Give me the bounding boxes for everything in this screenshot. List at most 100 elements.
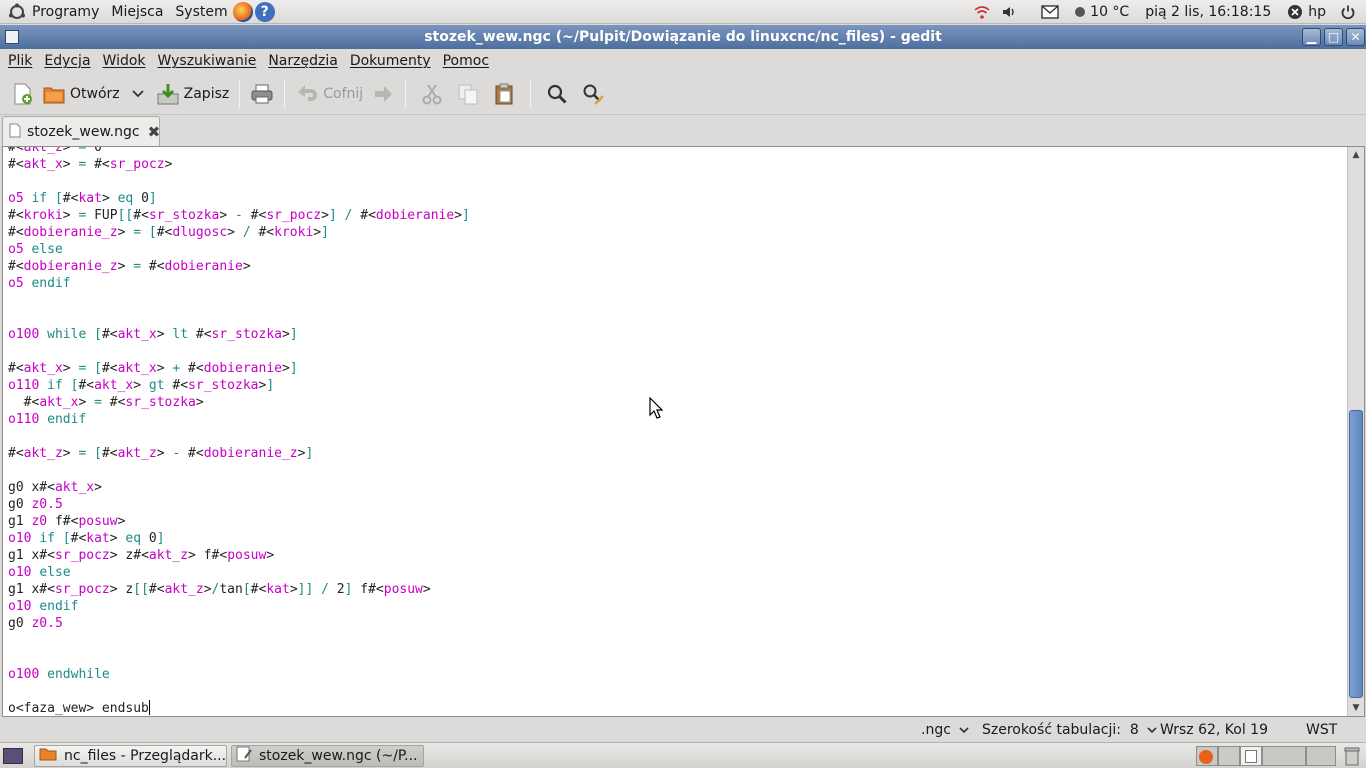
code-line[interactable]: [8, 683, 470, 700]
code-line[interactable]: g0 x#<akt_x>: [8, 479, 470, 496]
code-line[interactable]: #<akt_x> = [#<akt_x> + #<dobieranie>]: [8, 360, 470, 377]
replace-button[interactable]: [577, 76, 609, 112]
code-line[interactable]: o5 if [#<kat> eq 0]: [8, 190, 470, 207]
code-line[interactable]: #<akt_x> = #<sr_pocz>: [8, 156, 470, 173]
tab-label: stozek_wew.ngc: [27, 124, 140, 140]
save-button-label: Zapisz: [183, 85, 230, 102]
code-line[interactable]: o100 endwhile: [8, 666, 470, 683]
status-bar: .ngc Szerokość tabulacji: 8 Wrsz 62, Kol…: [0, 718, 1366, 742]
editor[interactable]: #<akt_z> = 0 #<akt_x> = #<sr_pocz> o5 if …: [2, 146, 1365, 717]
scrollbar-thumb[interactable]: [1349, 410, 1363, 698]
trash-icon[interactable]: [1344, 747, 1360, 768]
code-line[interactable]: [8, 309, 470, 326]
clock[interactable]: pią 2 lis, 16:18:15: [1141, 0, 1281, 24]
recent-files-dropdown[interactable]: [124, 76, 152, 112]
undo-button[interactable]: Cofnij: [291, 76, 367, 112]
firefox-icon: [1199, 750, 1213, 764]
code-line[interactable]: [8, 649, 470, 666]
save-button[interactable]: Zapisz: [152, 76, 234, 112]
code-line[interactable]: o110 endif: [8, 411, 470, 428]
code-line[interactable]: g1 x#<sr_pocz> z#<akt_z> f#<posuw>: [8, 547, 470, 564]
code-line[interactable]: g0 z0.5: [8, 615, 470, 632]
cut-button[interactable]: [412, 76, 452, 112]
power-icon[interactable]: [1338, 0, 1366, 24]
volume-icon[interactable]: [999, 0, 1031, 24]
code-line[interactable]: [8, 428, 470, 445]
tab-width-selector[interactable]: Szerokość tabulacji: 8: [982, 718, 1157, 742]
minimize-button[interactable]: ▁: [1302, 28, 1321, 46]
scroll-up-arrow-icon[interactable]: ▲: [1348, 147, 1364, 163]
workspace-1[interactable]: [1196, 746, 1218, 766]
workspace-5[interactable]: [1306, 746, 1336, 766]
code-line[interactable]: [8, 343, 470, 360]
vertical-scrollbar[interactable]: ▲ ▼: [1347, 147, 1364, 716]
ubuntu-logo-icon[interactable]: [0, 0, 28, 24]
toolbar-separator: [530, 79, 532, 108]
tab-stozek-wew[interactable]: stozek_wew.ngc ✖: [2, 116, 160, 147]
code-line[interactable]: #<kroki> = FUP[[#<sr_stozka> - #<sr_pocz…: [8, 207, 470, 224]
menu-pomoc[interactable]: Pomoc: [437, 49, 495, 73]
code-line[interactable]: o10 endif: [8, 598, 470, 615]
code-line[interactable]: #<akt_z> = [#<akt_z> - #<dobieranie_z>]: [8, 445, 470, 462]
menu-system[interactable]: System: [167, 0, 231, 24]
menu-edycja[interactable]: Edycja: [38, 49, 96, 73]
maximize-button[interactable]: □: [1324, 28, 1343, 46]
open-button[interactable]: Otwórz: [38, 76, 124, 112]
code-line[interactable]: o100 while [#<akt_x> lt #<sr_stozka>]: [8, 326, 470, 343]
scroll-down-arrow-icon[interactable]: ▼: [1348, 700, 1364, 716]
mail-icon[interactable]: [1031, 0, 1069, 24]
language-selector[interactable]: .ngc: [921, 718, 969, 742]
folder-icon: [39, 747, 57, 765]
show-desktop-icon[interactable]: [3, 748, 23, 764]
code-line[interactable]: [8, 173, 470, 190]
user-status-icon[interactable]: [1281, 0, 1305, 24]
code-line[interactable]: #<akt_x> = #<sr_stozka>: [8, 394, 470, 411]
redo-button[interactable]: [367, 76, 399, 112]
weather-icon[interactable]: [1069, 0, 1087, 24]
menu-plik[interactable]: Plik: [2, 49, 38, 73]
workspace-2[interactable]: [1218, 746, 1240, 766]
taskbar-item-file-browser[interactable]: nc_files - Przeglądark...: [34, 745, 227, 767]
weather-temp[interactable]: 10 °C: [1087, 0, 1141, 24]
code-line[interactable]: g1 x#<sr_pocz> z[[#<akt_z>/tan[#<kat>]] …: [8, 581, 470, 598]
code-line[interactable]: [8, 292, 470, 309]
code-line[interactable]: [8, 632, 470, 649]
window-menu-icon[interactable]: [5, 30, 19, 44]
code-line[interactable]: g1 z0 f#<posuw>: [8, 513, 470, 530]
user-name[interactable]: hp: [1305, 0, 1338, 24]
menu-miejsca[interactable]: Miejsca: [103, 0, 167, 24]
menu-narzedzia[interactable]: Narzędzia: [262, 49, 343, 73]
document-tabs: stozek_wew.ngc ✖: [0, 115, 1366, 147]
menu-widok[interactable]: Widok: [97, 49, 152, 73]
code-line[interactable]: o<faza_wew> endsub: [8, 700, 470, 716]
insert-mode: WST: [1306, 722, 1338, 738]
menu-dokumenty[interactable]: Dokumenty: [344, 49, 437, 73]
code-line[interactable]: o110 if [#<akt_x> gt #<sr_stozka>]: [8, 377, 470, 394]
copy-button[interactable]: [452, 76, 484, 112]
code-line[interactable]: #<akt_z> = 0: [8, 147, 470, 156]
wifi-icon[interactable]: [965, 0, 999, 24]
print-button[interactable]: [246, 76, 278, 112]
paste-button[interactable]: [484, 76, 524, 112]
code-line[interactable]: [8, 462, 470, 479]
menu-wyszukiwanie[interactable]: Wyszukiwanie: [152, 49, 263, 73]
window-title-bar[interactable]: stozek_wew.ngc (~/Pulpit/Dowiązanie do l…: [0, 25, 1366, 49]
workspace-3[interactable]: [1240, 746, 1262, 766]
code-line[interactable]: g0 z0.5: [8, 496, 470, 513]
menu-programy[interactable]: Programy: [28, 0, 103, 24]
close-window-button[interactable]: ✕: [1346, 28, 1365, 46]
new-document-button[interactable]: [6, 76, 38, 112]
code-line[interactable]: o5 else: [8, 241, 470, 258]
help-launcher-icon[interactable]: ?: [254, 0, 276, 24]
code-line[interactable]: o10 else: [8, 564, 470, 581]
firefox-launcher-icon[interactable]: [232, 0, 254, 24]
code-line[interactable]: #<dobieranie_z> = #<dobieranie>: [8, 258, 470, 275]
code-text[interactable]: #<akt_z> = 0 #<akt_x> = #<sr_pocz> o5 if …: [8, 147, 470, 716]
taskbar-item-gedit[interactable]: stozek_wew.ngc (~/P...: [231, 745, 424, 767]
code-line[interactable]: o5 endif: [8, 275, 470, 292]
workspace-4[interactable]: [1262, 746, 1306, 766]
search-button[interactable]: [537, 76, 577, 112]
close-tab-icon[interactable]: ✖: [148, 123, 161, 141]
code-line[interactable]: o10 if [#<kat> eq 0]: [8, 530, 470, 547]
code-line[interactable]: #<dobieranie_z> = [#<dlugosc> / #<kroki>…: [8, 224, 470, 241]
